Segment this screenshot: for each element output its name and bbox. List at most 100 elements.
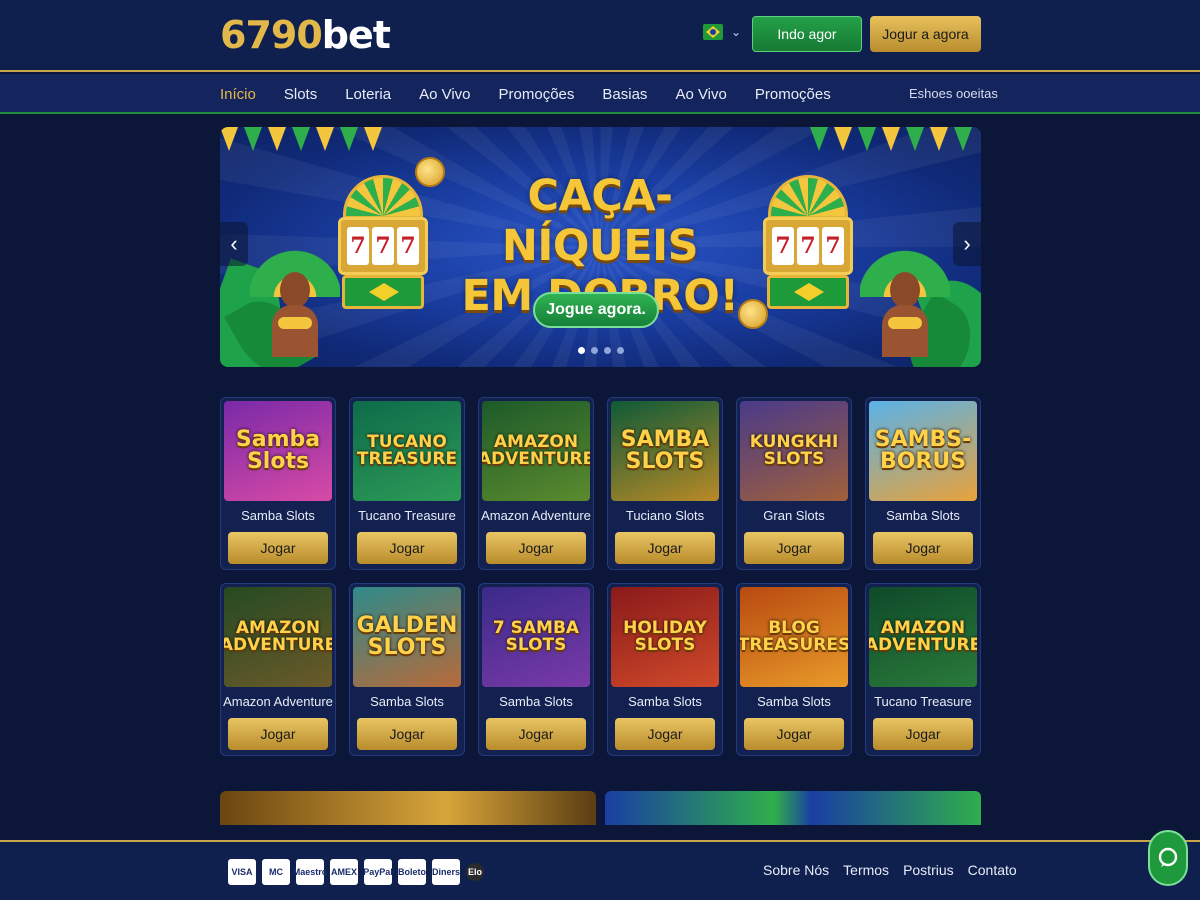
banner-pagination xyxy=(578,347,624,354)
payment-badge: VISA xyxy=(228,859,256,885)
game-title: Gran Slots xyxy=(763,508,825,523)
banner-prev-arrow-icon[interactable]: ‹ xyxy=(220,222,248,266)
game-card[interactable]: KUNGKHI SLOTS Gran Slots Jogar xyxy=(736,397,852,570)
reel-seven: 7 xyxy=(822,227,844,265)
play-now-button[interactable]: Jogur a agora xyxy=(870,16,981,52)
nav-item[interactable]: Promoções xyxy=(755,86,831,103)
game-card[interactable]: AMAZON ADVENTURE Amazon Adventure Jogar xyxy=(220,583,336,756)
footer-link[interactable]: Contato xyxy=(968,862,1017,878)
game-title: Tucano Treasure xyxy=(358,508,456,523)
play-game-button[interactable]: Jogar xyxy=(744,718,844,750)
footer-link[interactable]: Postrius xyxy=(903,862,954,878)
promo-card-right[interactable] xyxy=(605,791,981,825)
play-game-button[interactable]: Jogar xyxy=(228,718,328,750)
banner-dot[interactable] xyxy=(578,347,585,354)
payment-badge: Diners xyxy=(432,859,460,885)
nav-item[interactable]: Loteria xyxy=(345,86,391,103)
play-game-button[interactable]: Jogar xyxy=(486,718,586,750)
game-thumbnail[interactable]: AMAZON ADVENTURE xyxy=(869,587,977,687)
game-thumbnail[interactable]: 7 SAMBA SLOTS xyxy=(482,587,590,687)
game-thumbnail[interactable]: GALDEN SLOTS xyxy=(353,587,461,687)
play-game-button[interactable]: Jogar xyxy=(615,718,715,750)
nav-item[interactable]: Ao Vivo xyxy=(675,86,726,103)
nav-item[interactable]: Slots xyxy=(284,86,317,103)
nav-right-link[interactable]: Eshoes ooeitas xyxy=(909,86,998,101)
game-card[interactable]: GALDEN SLOTS Samba Slots Jogar xyxy=(349,583,465,756)
hero-banner[interactable]: 7 7 7 7 7 7 CAÇA-NÍQUEIS EM DOBRO! Jogue… xyxy=(220,127,981,367)
payment-badge: Maestro xyxy=(293,859,327,885)
game-logo-art: SAMBA SLOTS xyxy=(620,427,710,474)
game-thumbnail[interactable]: HOLIDAY SLOTS xyxy=(611,587,719,687)
game-thumbnail[interactable]: TUCANO TREASURE xyxy=(353,401,461,501)
play-game-button[interactable]: Jogar xyxy=(486,532,586,564)
payment-methods: VISA MC Maestro AMEX PayPal Boleto Diners Elo xyxy=(228,859,484,885)
game-card[interactable]: Samba Slots Samba Slots Jogar xyxy=(220,397,336,570)
payment-badge: Elo xyxy=(466,863,484,881)
game-title: Samba Slots xyxy=(886,508,960,523)
game-card[interactable]: HOLIDAY SLOTS Samba Slots Jogar xyxy=(607,583,723,756)
login-button[interactable]: Indo agor xyxy=(752,16,862,52)
reel-seven: 7 xyxy=(372,227,394,265)
banner-cta-button[interactable]: Jogue agora. xyxy=(533,292,659,328)
game-thumbnail[interactable]: AMAZON ADVENTURE xyxy=(482,401,590,501)
game-card[interactable]: 7 SAMBA SLOTS Samba Slots Jogar xyxy=(478,583,594,756)
banner-dot[interactable] xyxy=(604,347,611,354)
payment-badge: PayPal xyxy=(363,859,393,885)
language-selector[interactable]: ⌄ xyxy=(703,24,741,40)
play-game-button[interactable]: Jogar xyxy=(357,718,457,750)
game-card[interactable]: SAMBA SLOTS Tuciano Slots Jogar xyxy=(607,397,723,570)
nav-items: Início Slots Loteria Ao Vivo Promoções Basias… xyxy=(220,74,831,114)
play-game-button[interactable]: Jogar xyxy=(228,532,328,564)
game-title: Amazon Adventure xyxy=(223,694,333,709)
game-thumbnail[interactable]: SAMBS-BORUS xyxy=(869,401,977,501)
play-game-button[interactable]: Jogar xyxy=(744,532,844,564)
game-card[interactable]: TUCANO TREASURE Tucano Treasure Jogar xyxy=(349,397,465,570)
footer-link[interactable]: Termos xyxy=(843,862,889,878)
nav-item[interactable]: Promoções xyxy=(499,86,575,103)
game-title: Tuciano Slots xyxy=(625,508,705,523)
banner-dot[interactable] xyxy=(617,347,624,354)
game-thumbnail[interactable]: Samba Slots xyxy=(224,401,332,501)
promo-card-left[interactable] xyxy=(220,791,596,825)
nav-item[interactable]: Ao Vivo xyxy=(419,86,470,103)
game-card[interactable]: AMAZON ADVENTURE Amazon Adventure Jogar xyxy=(478,397,594,570)
game-logo-art: TUCANO TREASURE xyxy=(356,432,458,469)
game-logo-art: KUNGKHI SLOTS xyxy=(749,432,839,469)
banner-dot[interactable] xyxy=(591,347,598,354)
game-card[interactable]: SAMBS-BORUS Samba Slots Jogar xyxy=(865,397,981,570)
play-game-button[interactable]: Jogar xyxy=(873,532,973,564)
chat-bubble-glyph xyxy=(1158,847,1178,867)
game-thumbnail[interactable]: BLOG TREASURES xyxy=(740,587,848,687)
play-game-button[interactable]: Jogar xyxy=(873,718,973,750)
game-card[interactable]: AMAZON ADVENTURE Tucano Treasure Jogar xyxy=(865,583,981,756)
game-thumbnail[interactable]: SAMBA SLOTS xyxy=(611,401,719,501)
chat-bubble-icon[interactable] xyxy=(1148,830,1188,886)
game-logo-art: Samba Slots xyxy=(235,427,321,474)
game-title: Samba Slots xyxy=(370,694,444,709)
reel-seven: 7 xyxy=(797,227,819,265)
game-logo-art: AMAZON ADVENTURE xyxy=(224,618,332,655)
game-thumbnail[interactable]: AMAZON ADVENTURE xyxy=(224,587,332,687)
footer-link[interactable]: Sobre Nós xyxy=(763,862,829,878)
reel-seven: 7 xyxy=(397,227,419,265)
game-title: Amazon Adventure xyxy=(481,508,591,523)
game-title: Samba Slots xyxy=(628,694,702,709)
game-title: Samba Slots xyxy=(757,694,831,709)
play-game-button[interactable]: Jogar xyxy=(615,532,715,564)
nav-item[interactable]: Basias xyxy=(602,86,647,103)
game-card[interactable]: BLOG TREASURES Samba Slots Jogar xyxy=(736,583,852,756)
site-logo[interactable]: 6790bet xyxy=(220,12,391,58)
game-thumbnail[interactable]: KUNGKHI SLOTS xyxy=(740,401,848,501)
game-logo-art: AMAZON ADVENTURE xyxy=(482,432,590,469)
slot-machine-right: 7 7 7 xyxy=(763,175,853,315)
banner-next-arrow-icon[interactable]: › xyxy=(953,222,981,266)
play-game-button[interactable]: Jogar xyxy=(357,532,457,564)
reel-seven: 7 xyxy=(772,227,794,265)
game-logo-art: 7 SAMBA SLOTS xyxy=(492,618,580,655)
payment-badge: MC xyxy=(262,859,290,885)
samba-dancer-right xyxy=(860,227,950,357)
bunting-right xyxy=(810,127,981,159)
slot-machine-left: 7 7 7 xyxy=(338,175,428,315)
main-nav: Início Slots Loteria Ao Vivo Promoções Basias… xyxy=(0,74,1200,114)
nav-item[interactable]: Início xyxy=(220,86,256,103)
